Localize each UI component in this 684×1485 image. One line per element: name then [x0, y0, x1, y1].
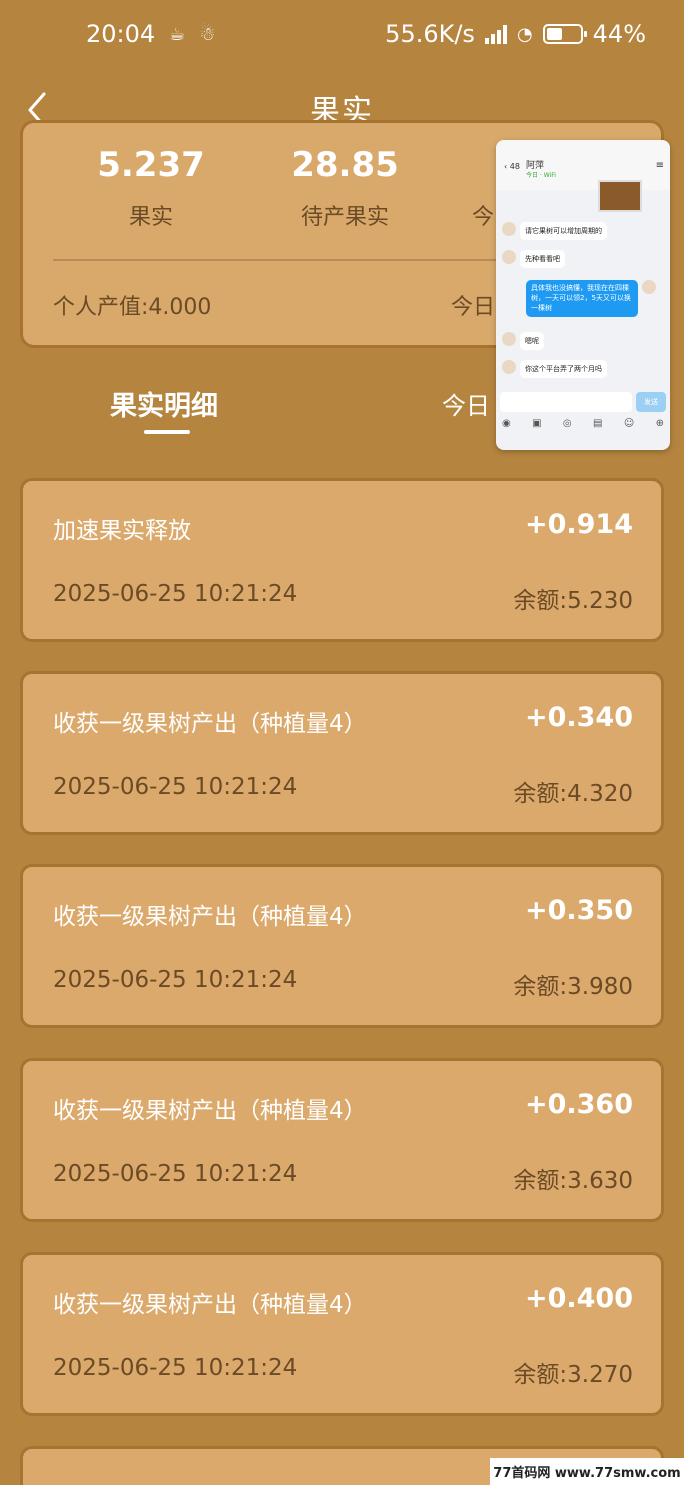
unread-count[interactable]: ‹ 48 [504, 162, 520, 171]
record-description: 收获一级果树产出（种植量4） [53, 1098, 367, 1124]
wifi-icon: ◔ [516, 23, 533, 45]
stat-value: 5.237 [97, 145, 205, 185]
record-amount: +0.914 [524, 509, 633, 540]
stat-fruit: 5.237 果实 [51, 145, 251, 231]
menu-icon[interactable]: ≡ [656, 160, 664, 171]
network-speed: 55.6K/s [385, 20, 475, 48]
signal-icon [484, 24, 507, 44]
record-balance: 余额:5.230 [513, 588, 633, 614]
battery-icon [542, 24, 587, 44]
status-time: 20:04 [86, 20, 156, 48]
chat-message: 先种看看吧 [502, 250, 565, 268]
record-description: 收获一级果树产出（种植量4） [53, 904, 367, 930]
avatar [502, 332, 516, 346]
notification-icon-2: ☃ [199, 23, 216, 45]
record-time: 2025-06-25 10:21:24 [53, 774, 298, 800]
message-bubble: 具体我也没搞懂，我现在在四棵树，一天可以领2，5天又可以换一棵树 [526, 280, 638, 318]
redpacket-icon[interactable]: ▤ [593, 418, 602, 429]
battery-percent: 44% [592, 20, 646, 48]
record-amount: +0.340 [524, 702, 633, 733]
chat-overlay-window[interactable]: ‹ 48 阿萍 今日 · WiFi ≡ 请它果树可以增加周期的 先种看看吧 具体… [496, 140, 670, 450]
shared-image-thumbnail[interactable] [598, 180, 642, 212]
emoji-icon[interactable]: ☺ [624, 418, 634, 429]
stat-pending-fruit: 28.85 待产果实 [245, 145, 445, 231]
record-description: 收获一级果树产出（种植量4） [53, 1292, 367, 1318]
chat-message: 嗯呢 [502, 332, 544, 350]
avatar [642, 280, 656, 294]
avatar [502, 250, 516, 264]
record-balance: 余额:3.630 [513, 1168, 633, 1194]
record-description: 收获一级果树产出（种植量4） [53, 711, 367, 737]
status-bar: 20:04 ☕ ☃ 55.6K/s ◔ 44% [0, 0, 684, 68]
record-amount: +0.400 [524, 1283, 633, 1314]
camera-icon[interactable]: ◎ [563, 418, 572, 429]
chat-header: ‹ 48 阿萍 今日 · WiFi ≡ [496, 140, 670, 190]
chat-message: 你这个平台弄了两个月吗 [502, 360, 607, 378]
record-amount: +0.350 [524, 895, 633, 926]
record-time: 2025-06-25 10:21:24 [53, 581, 298, 607]
message-bubble: 你这个平台弄了两个月吗 [520, 360, 607, 378]
stat-value: 28.85 [291, 145, 399, 185]
chat-toolbar: ◉ ▣ ◎ ▤ ☺ ⊕ [502, 418, 664, 429]
send-button[interactable]: 发送 [636, 392, 666, 412]
message-bubble: 嗯呢 [520, 332, 544, 350]
avatar [502, 360, 516, 374]
record-card[interactable]: 收获一级果树产出（种植量4） +0.400 2025-06-25 10:21:2… [20, 1252, 664, 1416]
record-balance: 余额:4.320 [513, 781, 633, 807]
chat-message-mine: 具体我也没搞懂，我现在在四棵树，一天可以领2，5天又可以换一棵树 [526, 280, 656, 318]
chat-contact-status: 今日 · WiFi [526, 172, 556, 179]
record-time: 2025-06-25 10:21:24 [53, 967, 298, 993]
chat-input[interactable] [500, 392, 632, 412]
avatar [502, 222, 516, 236]
record-card[interactable]: 收获一级果树产出（种植量4） +0.340 2025-06-25 10:21:2… [20, 671, 664, 835]
record-card[interactable]: 收获一级果树产出（种植量4） +0.350 2025-06-25 10:21:2… [20, 864, 664, 1028]
notification-icon: ☕ [169, 23, 186, 45]
record-amount: +0.360 [524, 1089, 633, 1120]
record-balance: 余额:3.270 [513, 1362, 633, 1388]
chat-message: 请它果树可以增加周期的 [502, 222, 607, 240]
watermark: 77首码网 www.77smw.com [490, 1458, 684, 1485]
today-output: 今日 [451, 295, 496, 320]
stat-label: 待产果实 [300, 205, 389, 230]
record-card[interactable]: 收获一级果树产出（种植量4） +0.360 2025-06-25 10:21:2… [20, 1058, 664, 1222]
tab-today[interactable]: 今日 [442, 386, 490, 421]
chat-input-bar: 发送 [500, 392, 666, 412]
message-bubble: 请它果树可以增加周期的 [520, 222, 607, 240]
image-icon[interactable]: ▣ [532, 418, 541, 429]
record-description: 加速果实释放 [53, 518, 191, 544]
record-time: 2025-06-25 10:21:24 [53, 1161, 298, 1187]
record-card[interactable]: 加速果实释放 +0.914 2025-06-25 10:21:24 余额:5.2… [20, 478, 664, 642]
record-time: 2025-06-25 10:21:24 [53, 1355, 298, 1381]
plus-icon[interactable]: ⊕ [656, 418, 664, 429]
tab-fruit-detail[interactable]: 果实明细 [110, 384, 218, 423]
microphone-icon[interactable]: ◉ [502, 418, 511, 429]
personal-output: 个人产值:4.000 [53, 295, 212, 320]
stat-label: 果实 [128, 205, 173, 230]
message-bubble: 先种看看吧 [520, 250, 565, 268]
active-tab-indicator [144, 430, 190, 434]
record-balance: 余额:3.980 [513, 974, 633, 1000]
